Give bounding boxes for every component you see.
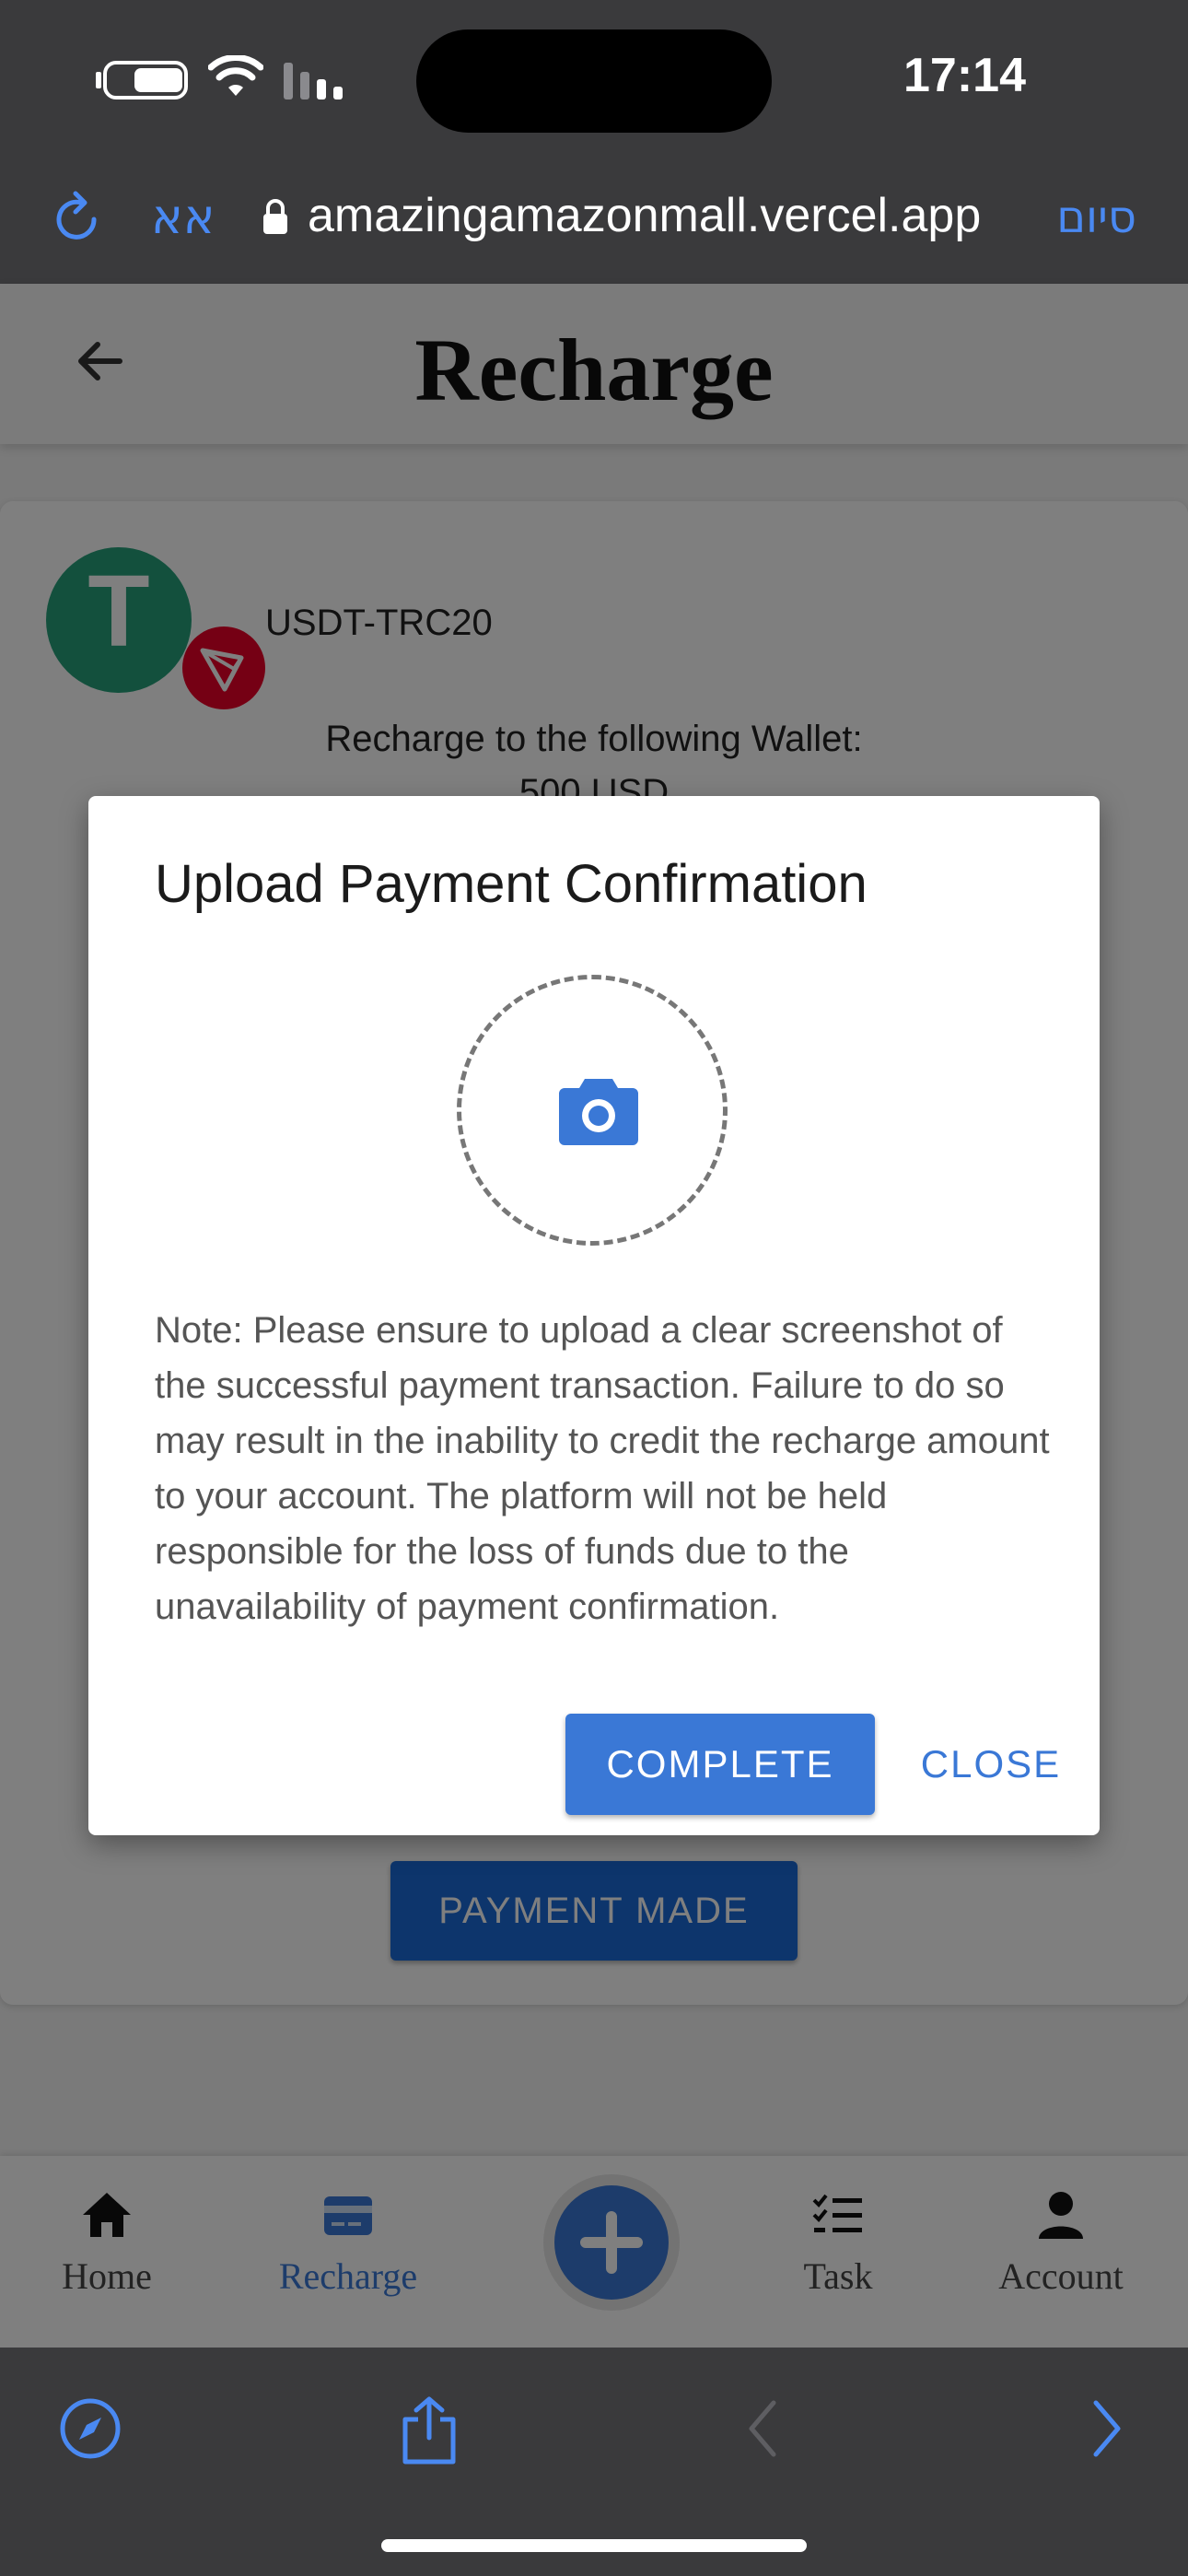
- home-indicator[interactable]: [381, 2539, 807, 2552]
- url-field[interactable]: amazingamazonmall.vercel.app: [308, 188, 981, 243]
- share-icon[interactable]: [396, 2395, 462, 2465]
- reader-options-button[interactable]: אא: [151, 190, 215, 245]
- close-button[interactable]: CLOSE: [908, 1714, 1074, 1815]
- upload-dialog: Upload Payment Confirmation Note: Please…: [88, 796, 1100, 1835]
- status-time: 17:14: [903, 49, 1026, 102]
- battery-tip: [96, 72, 101, 88]
- chevron-left-icon[interactable]: [742, 2395, 783, 2462]
- complete-button[interactable]: COMPLETE: [565, 1714, 875, 1815]
- dynamic-island: [416, 29, 772, 133]
- upload-image-area[interactable]: [457, 975, 728, 1246]
- phone-screen: 17:14 אא amazingamazonmall.vercel.app סי…: [0, 0, 1188, 2576]
- browser-toolbar: [0, 2348, 1188, 2576]
- dialog-title: Upload Payment Confirmation: [155, 854, 868, 914]
- lock-icon: [263, 199, 287, 234]
- browser-address-bar: אא amazingamazonmall.vercel.app סיום: [0, 157, 1188, 284]
- compass-icon[interactable]: [57, 2395, 123, 2462]
- battery-icon: [103, 61, 188, 100]
- upload-note: Note: Please ensure to upload a clear sc…: [155, 1310, 1050, 1627]
- done-button[interactable]: סיום: [1056, 192, 1136, 243]
- status-bar: 17:14: [0, 0, 1188, 157]
- reload-icon[interactable]: [53, 190, 101, 245]
- chevron-right-icon[interactable]: [1087, 2395, 1127, 2462]
- camera-icon: [559, 1079, 638, 1145]
- wifi-icon: [208, 55, 263, 96]
- cellular-signal-icon: [284, 63, 343, 100]
